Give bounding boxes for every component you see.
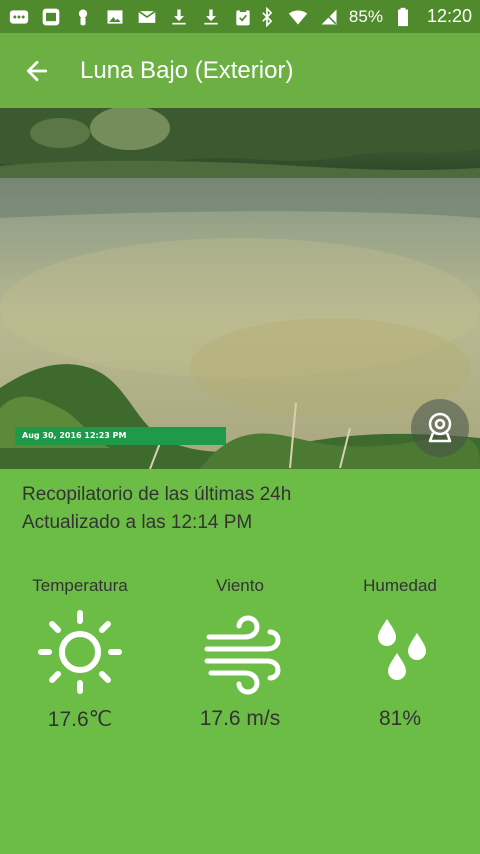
no-signal-icon (318, 6, 340, 28)
droplets-icon (355, 607, 445, 697)
image-icon (104, 6, 126, 28)
mail-icon (136, 6, 158, 28)
webcam-icon (428, 412, 452, 443)
humidity-label: Humedad (363, 576, 437, 595)
humidity-value: 81% (378, 707, 422, 730)
river-scene-image (0, 108, 480, 469)
stat-humidity: Humedad 81% (320, 572, 480, 732)
summary-period: Recopilatorio de las últimas 24h (22, 484, 292, 505)
webcam-button[interactable] (411, 399, 469, 457)
notification-icons (8, 6, 256, 28)
download-icon (200, 6, 222, 28)
image-timestamp: Aug 30, 2016 12:23 PM (15, 427, 226, 445)
status-bar: 85% 12:20 (0, 0, 480, 33)
chat-icon (8, 6, 30, 28)
stat-temperature: Temperatura 17.6℃ (0, 572, 160, 732)
clipboard-icon (232, 6, 254, 28)
weather-stats: Temperatura 17.6℃ Viento 17.6 m/s Humeda… (0, 572, 480, 732)
arrow-left-icon (26, 60, 48, 81)
app-bar: Luna Bajo (Exterior) (0, 33, 480, 108)
bluetooth-icon (256, 6, 278, 28)
clock: 12:20 (426, 6, 472, 26)
sun-icon (35, 607, 125, 697)
system-icons: 85% 12:20 (256, 6, 472, 28)
wind-value: 17.6 m/s (199, 707, 281, 730)
wind-label: Viento (216, 576, 264, 595)
calendar-icon (40, 6, 62, 28)
summary-updated: Actualizado a las 12:14 PM (22, 512, 253, 533)
gear-badge-icon (72, 6, 94, 28)
back-button[interactable] (0, 33, 74, 108)
wind-icon (195, 607, 285, 697)
webcam-image[interactable]: Aug 30, 2016 12:23 PM (0, 108, 480, 469)
temperature-label: Temperatura (32, 576, 128, 595)
battery-percent: 85% (348, 6, 383, 26)
temperature-value: 17.6℃ (47, 708, 113, 731)
battery-icon (392, 6, 414, 28)
page-title: Luna Bajo (Exterior) (80, 56, 294, 84)
summary: Recopilatorio de las últimas 24h Actuali… (22, 481, 462, 537)
wifi-icon (287, 6, 309, 28)
download-icon (168, 6, 190, 28)
stat-wind: Viento 17.6 m/s (160, 572, 320, 732)
